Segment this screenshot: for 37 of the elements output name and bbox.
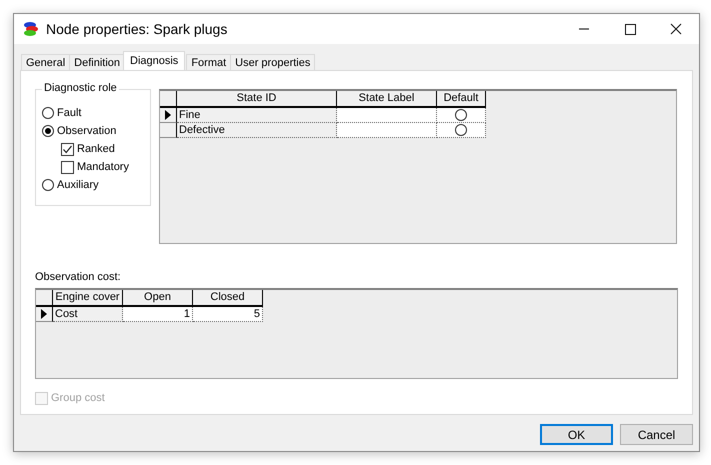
row-header[interactable] [160, 108, 177, 123]
checkbox[interactable] [61, 142, 74, 156]
column-header[interactable]: Default [437, 91, 486, 108]
tab[interactable]: General [21, 54, 70, 70]
tab[interactable]: Format [186, 54, 232, 70]
option-label: Observation [57, 125, 116, 137]
table-cell: Cost [53, 307, 123, 322]
table-cell: Defective [177, 123, 337, 138]
group-title: Diagnostic role [42, 82, 119, 94]
window-title: Node properties: Spark plugs [46, 21, 228, 37]
checkbox-label: Group cost [51, 392, 105, 404]
radio-button[interactable] [42, 179, 54, 191]
column-header[interactable]: State ID [177, 91, 337, 108]
table-cell: 1 [123, 307, 193, 322]
checkbox-label: Ranked [77, 143, 115, 155]
row-header[interactable] [160, 123, 177, 138]
checkbox-label: Mandatory [77, 161, 129, 173]
cancel-button[interactable]: Cancel [620, 424, 693, 445]
column-header[interactable]: State Label [337, 91, 437, 108]
app-icon [22, 21, 40, 37]
tab[interactable]: Diagnosis [123, 51, 186, 70]
table-cell: 5 [193, 307, 263, 322]
ok-button[interactable]: OK [540, 424, 613, 445]
column-header[interactable]: Open [123, 290, 193, 307]
table-cell: Fine [177, 108, 337, 123]
radio-button[interactable] [42, 125, 54, 137]
checkbox[interactable] [61, 160, 74, 174]
option-label: Auxiliary [57, 179, 99, 191]
row-header[interactable] [36, 307, 53, 322]
column-header[interactable]: Closed [193, 290, 263, 307]
section-label: Observation cost: [35, 271, 122, 285]
option-label: Fault [57, 107, 82, 119]
radio-button[interactable] [455, 124, 467, 136]
radio-button[interactable] [42, 107, 54, 119]
radio-button[interactable] [455, 109, 467, 121]
tab[interactable]: User properties [230, 54, 316, 70]
column-header[interactable]: Engine cover [53, 290, 123, 307]
